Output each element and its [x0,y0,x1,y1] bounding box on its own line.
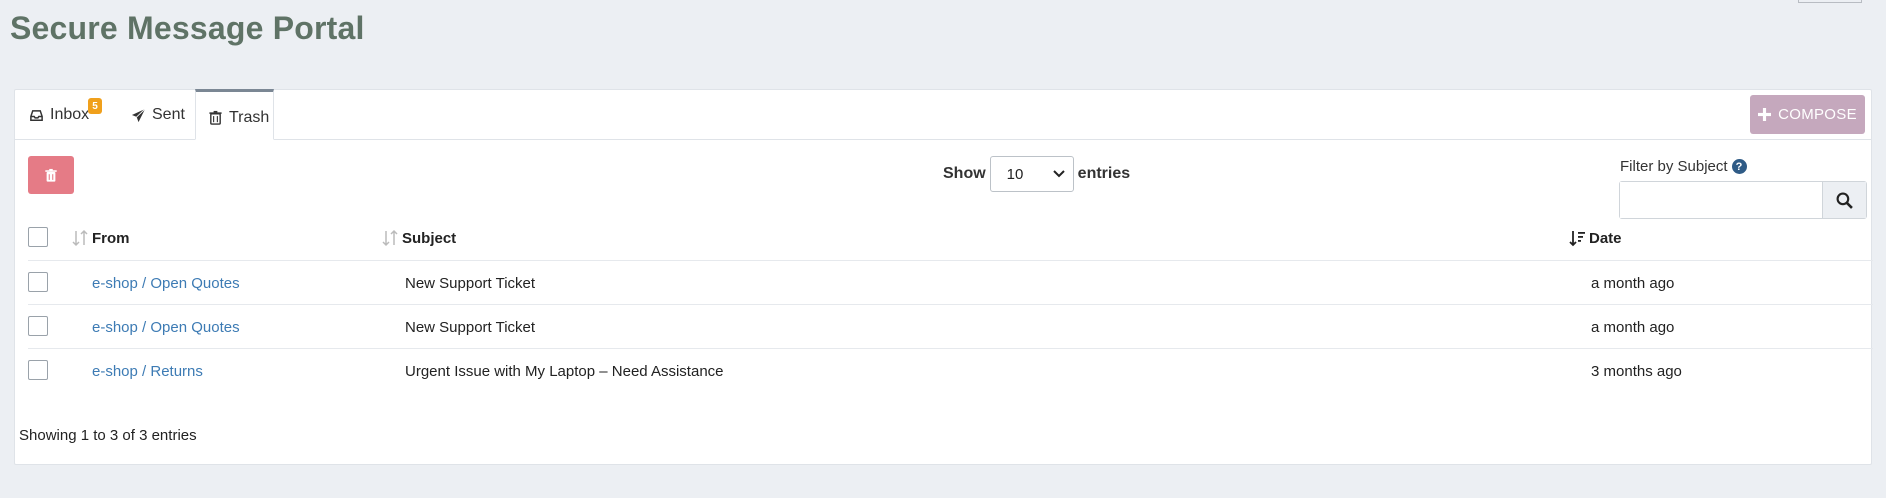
tab-sent-label: Sent [152,106,185,123]
subject-cell: New Support Ticket [405,318,536,336]
table-row[interactable]: e-shop / Open Quotes New Support Ticket … [28,304,1873,348]
row-checkbox[interactable] [28,272,48,292]
compose-label: COMPOSE [1778,106,1857,123]
filter-label-text: Filter by Subject [1620,158,1728,175]
tab-inbox[interactable]: Inbox [29,90,89,140]
column-header-subject[interactable]: Subject [382,216,456,260]
date-cell: a month ago [1591,274,1675,292]
chevron-down-icon [1052,170,1065,178]
column-header-date[interactable]: Date [1569,216,1622,260]
table-row[interactable]: e-shop / Open Quotes New Support Ticket … [28,260,1873,304]
filter-search-button[interactable] [1822,182,1866,218]
column-from-label: From [92,229,130,247]
sort-icon [382,229,398,247]
messages-card: Inbox 5 Sent Trash COMPOSE Show 10 entri… [14,89,1873,465]
tab-sent[interactable]: Sent [131,90,185,140]
delete-selected-button[interactable] [28,156,74,194]
tab-inbox-label: Inbox [50,106,90,123]
column-date-label: Date [1589,229,1622,247]
page-size-select[interactable]: 10 [989,156,1074,192]
from-link[interactable]: e-shop / Open Quotes [92,319,240,336]
sort-desc-icon [1569,231,1585,247]
page-title: Secure Message Portal [10,10,365,46]
from-link[interactable]: e-shop / Returns [92,363,203,380]
row-checkbox[interactable] [28,360,48,380]
trash-icon [45,168,57,182]
tab-bar: Inbox 5 Sent Trash COMPOSE [15,89,1871,140]
row-checkbox[interactable] [28,316,48,336]
paper-plane-icon [131,108,146,122]
top-edge-button[interactable] [1798,0,1862,3]
table-header: From Subject Date [28,216,1873,260]
inbox-icon [30,109,43,121]
date-cell: 3 months ago [1591,362,1682,380]
search-icon [1836,192,1853,209]
help-icon[interactable]: ? [1731,159,1747,174]
filter-label: Filter by Subject ? [1620,158,1747,175]
sort-icon [72,229,88,247]
page-size-value: 10 [1006,165,1024,183]
from-link[interactable]: e-shop / Open Quotes [92,275,240,292]
filter-box [1619,181,1867,219]
show-label: Show [943,165,986,182]
compose-button[interactable]: COMPOSE [1750,95,1865,134]
inbox-count-badge: 5 [88,98,102,114]
subject-cell: New Support Ticket [405,274,536,292]
column-header-from[interactable]: From [72,216,130,260]
tab-trash[interactable]: Trash [195,89,274,140]
subject-cell: Urgent Issue with My Laptop – Need Assis… [405,362,724,380]
table-summary: Showing 1 to 3 of 3 entries [19,427,197,444]
table-row[interactable]: e-shop / Returns Urgent Issue with My La… [28,348,1873,392]
plus-icon [1758,108,1772,121]
select-all-checkbox[interactable] [28,227,48,247]
tab-trash-label: Trash [229,108,270,126]
column-subject-label: Subject [402,229,457,247]
trash-icon [209,110,222,125]
entries-label: entries [1077,165,1131,182]
date-cell: a month ago [1591,318,1675,336]
filter-subject-input[interactable] [1620,182,1822,218]
page-size-control: Show 10 entries [943,156,1130,192]
